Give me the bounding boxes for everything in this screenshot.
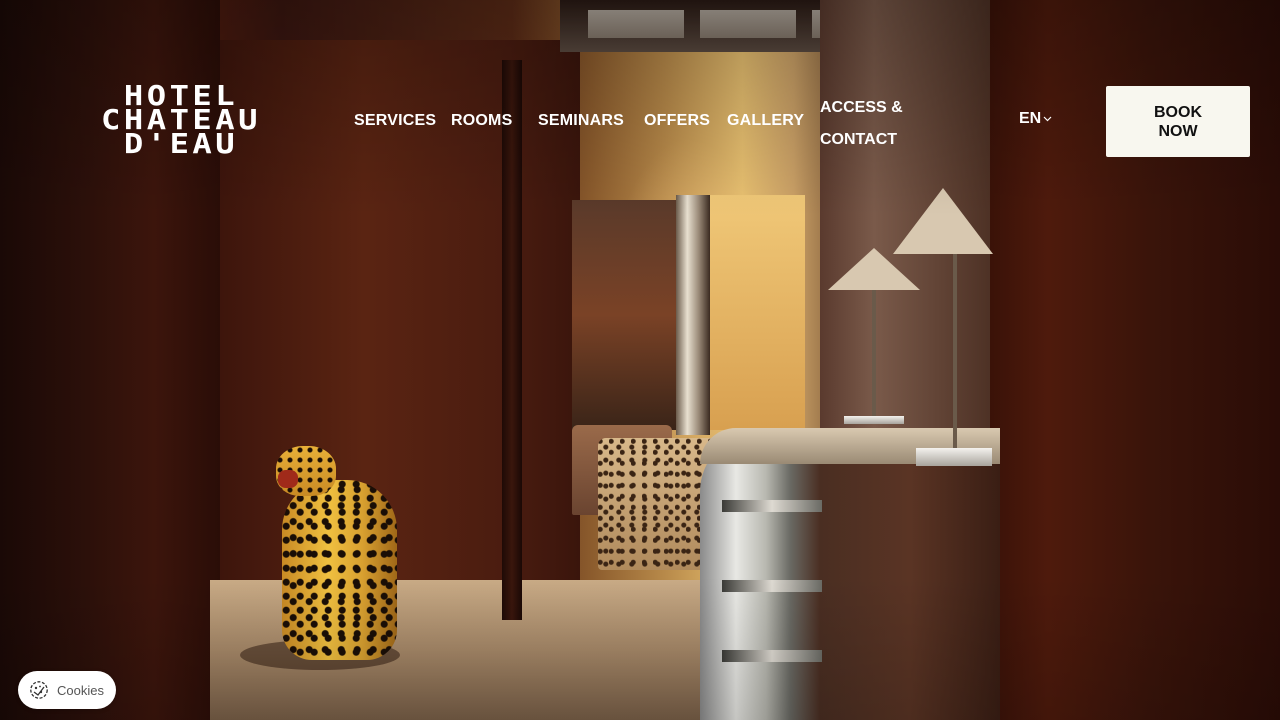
nav-access-line-1: ACCESS & [820,99,903,116]
logo-line-3: D'EAU [123,127,239,160]
book-now-line-1: BOOK [1154,103,1202,121]
chevron-down-icon [1043,114,1052,125]
nav-item-rooms[interactable]: ROOMS [451,112,512,130]
book-now-line-2: NOW [1158,122,1198,140]
nav-access-line-2: CONTACT [820,131,898,148]
cookies-button[interactable]: Cookies [18,671,116,709]
hotel-logo[interactable]: HOTEL CHATEAU D'EAU [74,82,288,160]
cookies-label: Cookies [57,682,104,698]
language-selector[interactable]: EN [1019,110,1052,128]
cookie-icon [30,681,48,699]
language-current: EN [1019,110,1042,127]
nav-item-gallery[interactable]: GALLERY [727,112,804,130]
nav-item-access-contact[interactable]: ACCESS & CONTACT [820,92,910,156]
nav-item-offers[interactable]: OFFERS [644,112,710,130]
book-now-button[interactable]: BOOK NOW [1106,86,1250,157]
nav-item-seminars[interactable]: SEMINARS [538,112,624,130]
nav-item-services[interactable]: SERVICES [354,112,436,130]
